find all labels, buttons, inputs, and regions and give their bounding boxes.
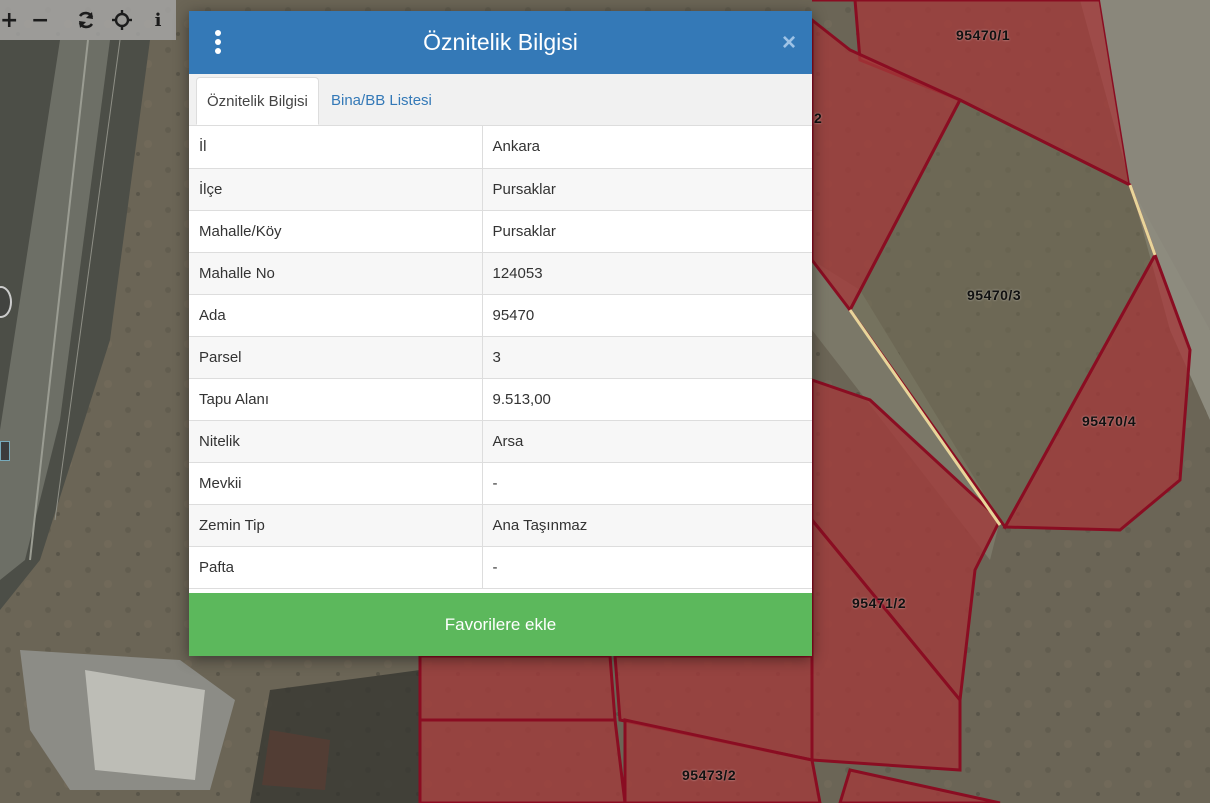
zoom-in-button[interactable]: + [0,0,18,40]
table-row: Zemin Tip Ana Taşınmaz [189,504,812,547]
map-toolbar: + − i [0,0,176,40]
row-value: 3 [482,336,812,379]
dialog-tabs: Öznitelik Bilgisi Bina/BB Listesi [189,74,812,126]
info-button[interactable]: i [140,0,176,40]
row-value: - [482,462,812,505]
row-key: Pafta [189,546,483,589]
add-to-favorites-button[interactable]: Favorilere ekle [189,593,812,656]
row-key: Mevkii [189,462,483,505]
parcel-label: 95470/3 [967,287,1022,303]
table-row: Ada 95470 [189,294,812,337]
row-key: Mahalle No [189,252,483,295]
parcel-label: 95470/1 [956,27,1011,43]
row-value: Ankara [482,126,812,169]
row-value: - [482,546,812,589]
row-value: Pursaklar [482,210,812,253]
parcel-label: 95470/4 [1082,413,1137,429]
refresh-button[interactable] [69,0,105,40]
table-row: Tapu Alanı 9.513,00 [189,378,812,421]
table-row: İl Ankara [189,126,812,169]
row-key: İl [189,126,483,169]
refresh-icon [79,11,94,29]
attribute-table: İl Ankara İlçe Pursaklar Mahalle/Köy Pursak… [189,126,812,589]
kebab-menu-icon[interactable] [213,30,223,56]
tab-attribute-info[interactable]: Öznitelik Bilgisi [196,77,319,125]
row-key: Nitelik [189,420,483,463]
table-row: Mahalle/Köy Pursaklar [189,210,812,253]
row-key: Zemin Tip [189,504,483,547]
parcel-label: 95473/2 [682,767,737,783]
minus-icon: − [31,7,50,33]
table-row: Mahalle No 124053 [189,252,812,295]
row-key: Parsel [189,336,483,379]
dialog-title: Öznitelik Bilgisi [423,29,578,55]
parcel-label: 95471/2 [852,595,907,611]
table-row: Mevkii - [189,462,812,505]
map-edge-marker [0,441,10,461]
row-key: İlçe [189,168,483,211]
zoom-out-button[interactable]: − [12,0,69,40]
row-value: 95470 [482,294,812,337]
row-value: Ana Taşınmaz [482,504,812,547]
row-value: Pursaklar [482,168,812,211]
info-icon: i [154,9,162,31]
table-row: Parsel 3 [189,336,812,379]
attribute-dialog: Öznitelik Bilgisi × Öznitelik Bilgisi Bi… [189,11,812,656]
dialog-header: Öznitelik Bilgisi × [189,11,812,74]
row-key: Tapu Alanı [189,378,483,421]
parcel-label: 2 [814,110,823,126]
row-value: 124053 [482,252,812,295]
table-row: Pafta - [189,546,812,589]
table-row: İlçe Pursaklar [189,168,812,211]
crosshair-icon [112,10,133,30]
close-icon[interactable]: × [782,29,796,57]
tab-building-list[interactable]: Bina/BB Listesi [321,77,442,125]
table-row: Nitelik Arsa [189,420,812,463]
row-key: Mahalle/Köy [189,210,483,253]
row-value: 9.513,00 [482,378,812,421]
row-value: Arsa [482,420,812,463]
locate-button[interactable] [104,0,140,40]
row-key: Ada [189,294,483,337]
